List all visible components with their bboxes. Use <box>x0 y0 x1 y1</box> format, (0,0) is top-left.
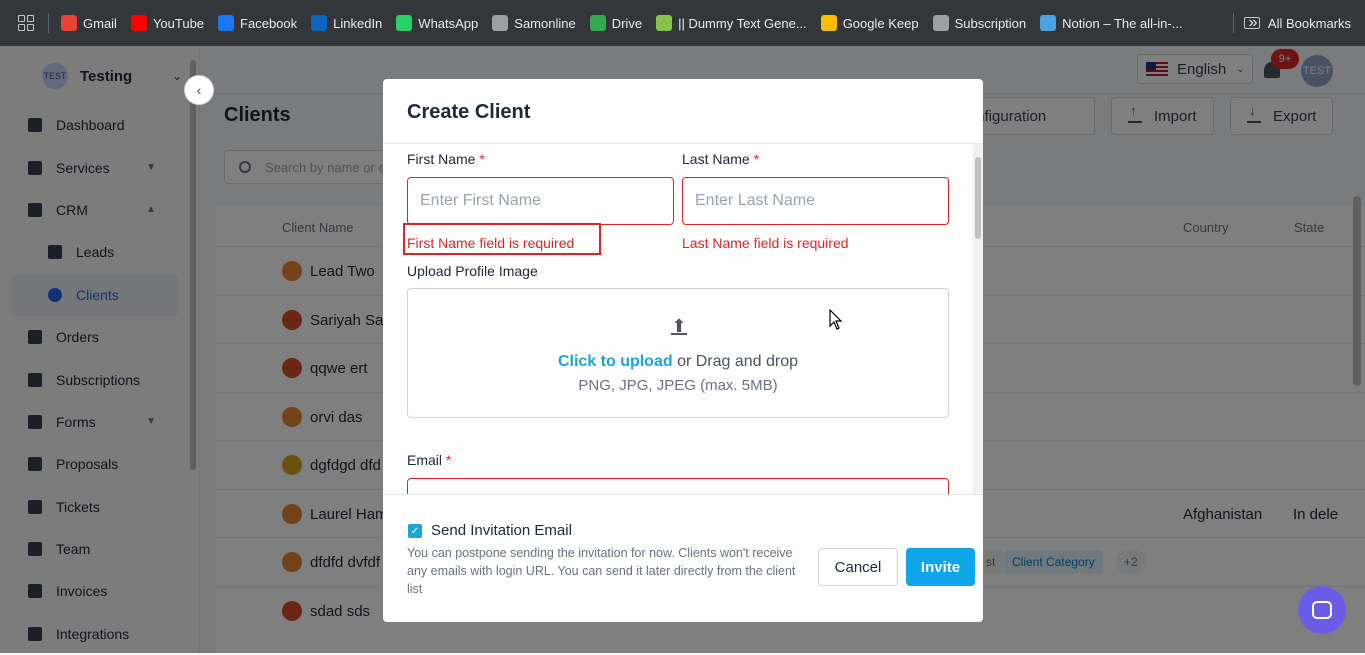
send-invitation-checkbox[interactable]: ✓ <box>408 524 422 538</box>
drag-drop-text: or Drag and drop <box>672 353 799 370</box>
bookmark-item[interactable]: LinkedIn <box>311 15 382 31</box>
required-mark: * <box>753 151 760 167</box>
whatsapp-icon <box>396 15 413 31</box>
chat-support-button[interactable] <box>1298 586 1346 634</box>
first-name-label: First Name * <box>407 151 485 167</box>
first-name-label-text: First Name <box>407 151 476 167</box>
notion-icon <box>1040 15 1057 31</box>
email-field[interactable] <box>407 478 949 494</box>
email-label-text: Email <box>407 452 443 468</box>
bookmark-label: Gmail <box>83 15 117 31</box>
last-name-placeholder: Enter Last Name <box>695 192 816 209</box>
bookmark-item[interactable]: Google Keep <box>820 15 919 31</box>
bookmark-label: Drive <box>611 15 643 31</box>
chevron-left-icon: ‹ <box>196 82 202 98</box>
bookmark-item[interactable]: WhatsApp <box>396 15 478 31</box>
youtube-icon <box>130 15 147 31</box>
bookmark-label: Facebook <box>240 15 298 31</box>
linkedin-icon <box>311 15 328 31</box>
bookmark-label: Samonline <box>514 15 576 31</box>
upload-dropzone[interactable]: ⬆ Click to upload or Drag and drop PNG, … <box>407 288 949 418</box>
all-bookmarks-label: All Bookmarks <box>1267 15 1351 31</box>
bookmarks-divider <box>48 13 49 33</box>
bookmark-label: Notion – The all-in-... <box>1062 15 1183 31</box>
create-client-dialog: Create Client First Name * Last Name * E… <box>383 79 983 622</box>
bookmark-label: Google Keep <box>842 15 919 31</box>
bookmark-item[interactable]: || Dummy Text Gene... <box>656 15 807 31</box>
click-to-upload-link[interactable]: Click to upload <box>558 353 673 370</box>
globe-icon <box>492 15 509 31</box>
bookmark-item[interactable]: Drive <box>589 15 643 31</box>
mouse-cursor-icon <box>829 309 843 330</box>
bookmarks-bar: Gmail YouTube Facebook LinkedIn WhatsApp Samo… <box>0 0 1365 46</box>
required-mark: * <box>445 452 452 468</box>
dialog-title: Create Client <box>407 101 531 123</box>
last-name-field[interactable]: Enter Last Name <box>682 177 949 225</box>
bookmark-item[interactable]: Samonline <box>492 15 576 31</box>
all-bookmarks-button[interactable]: All Bookmarks <box>1243 15 1351 31</box>
upload-icon: ⬆ <box>671 316 687 336</box>
bookmark-item[interactable]: Facebook <box>218 15 297 31</box>
dialog-body: First Name * Last Name * Enter First Nam… <box>383 144 983 494</box>
bookmarks-list: Gmail YouTube Facebook LinkedIn WhatsApp Samo… <box>61 15 1197 31</box>
chat-icon <box>1312 601 1332 619</box>
bookmark-item[interactable]: Gmail <box>61 15 117 31</box>
required-mark: * <box>479 151 485 167</box>
bookmark-item[interactable]: Subscription <box>932 15 1027 31</box>
last-name-label: Last Name * <box>682 151 759 167</box>
first-name-error: First Name field is required <box>407 235 575 251</box>
last-name-error: Last Name field is required <box>682 235 849 251</box>
send-invitation-label[interactable]: Send Invitation Email <box>431 522 572 539</box>
bookmark-label: LinkedIn <box>333 15 383 31</box>
invitation-help-text: You can postpone sending the invitation … <box>407 546 796 596</box>
folder-icon <box>1243 17 1260 29</box>
bookmark-label: Subscription <box>954 15 1027 31</box>
facebook-icon <box>218 15 235 31</box>
gmail-icon <box>61 15 77 31</box>
bookmarks-divider <box>1233 13 1234 33</box>
upload-formats: PNG, JPG, JPEG (max. 5MB) <box>578 377 778 394</box>
dummy-text-icon <box>656 15 673 31</box>
keep-icon <box>820 15 837 31</box>
divider <box>383 494 983 495</box>
apps-grid-icon[interactable] <box>18 15 34 31</box>
first-name-placeholder: Enter First Name <box>420 192 541 209</box>
collapse-sidebar-button[interactable]: ‹ <box>184 75 214 105</box>
first-name-field[interactable]: Enter First Name <box>407 177 674 225</box>
bookmark-label: || Dummy Text Gene... <box>678 15 807 31</box>
dialog-scrollbar[interactable] <box>975 157 981 239</box>
drive-icon <box>589 15 606 31</box>
bookmark-label: WhatsApp <box>418 15 479 31</box>
globe-icon <box>932 15 949 31</box>
invite-button[interactable]: Invite <box>906 548 975 586</box>
bookmark-item[interactable]: YouTube <box>130 15 205 31</box>
bookmark-item[interactable]: Notion – The all-in-... <box>1040 15 1183 31</box>
bookmark-label: YouTube <box>152 15 205 31</box>
upload-label: Upload Profile Image <box>407 263 538 279</box>
upload-text: Click to upload or Drag and drop <box>408 353 948 371</box>
cancel-button[interactable]: Cancel <box>818 548 898 586</box>
email-label: Email * <box>407 452 451 468</box>
last-name-label-text: Last Name <box>682 151 750 167</box>
